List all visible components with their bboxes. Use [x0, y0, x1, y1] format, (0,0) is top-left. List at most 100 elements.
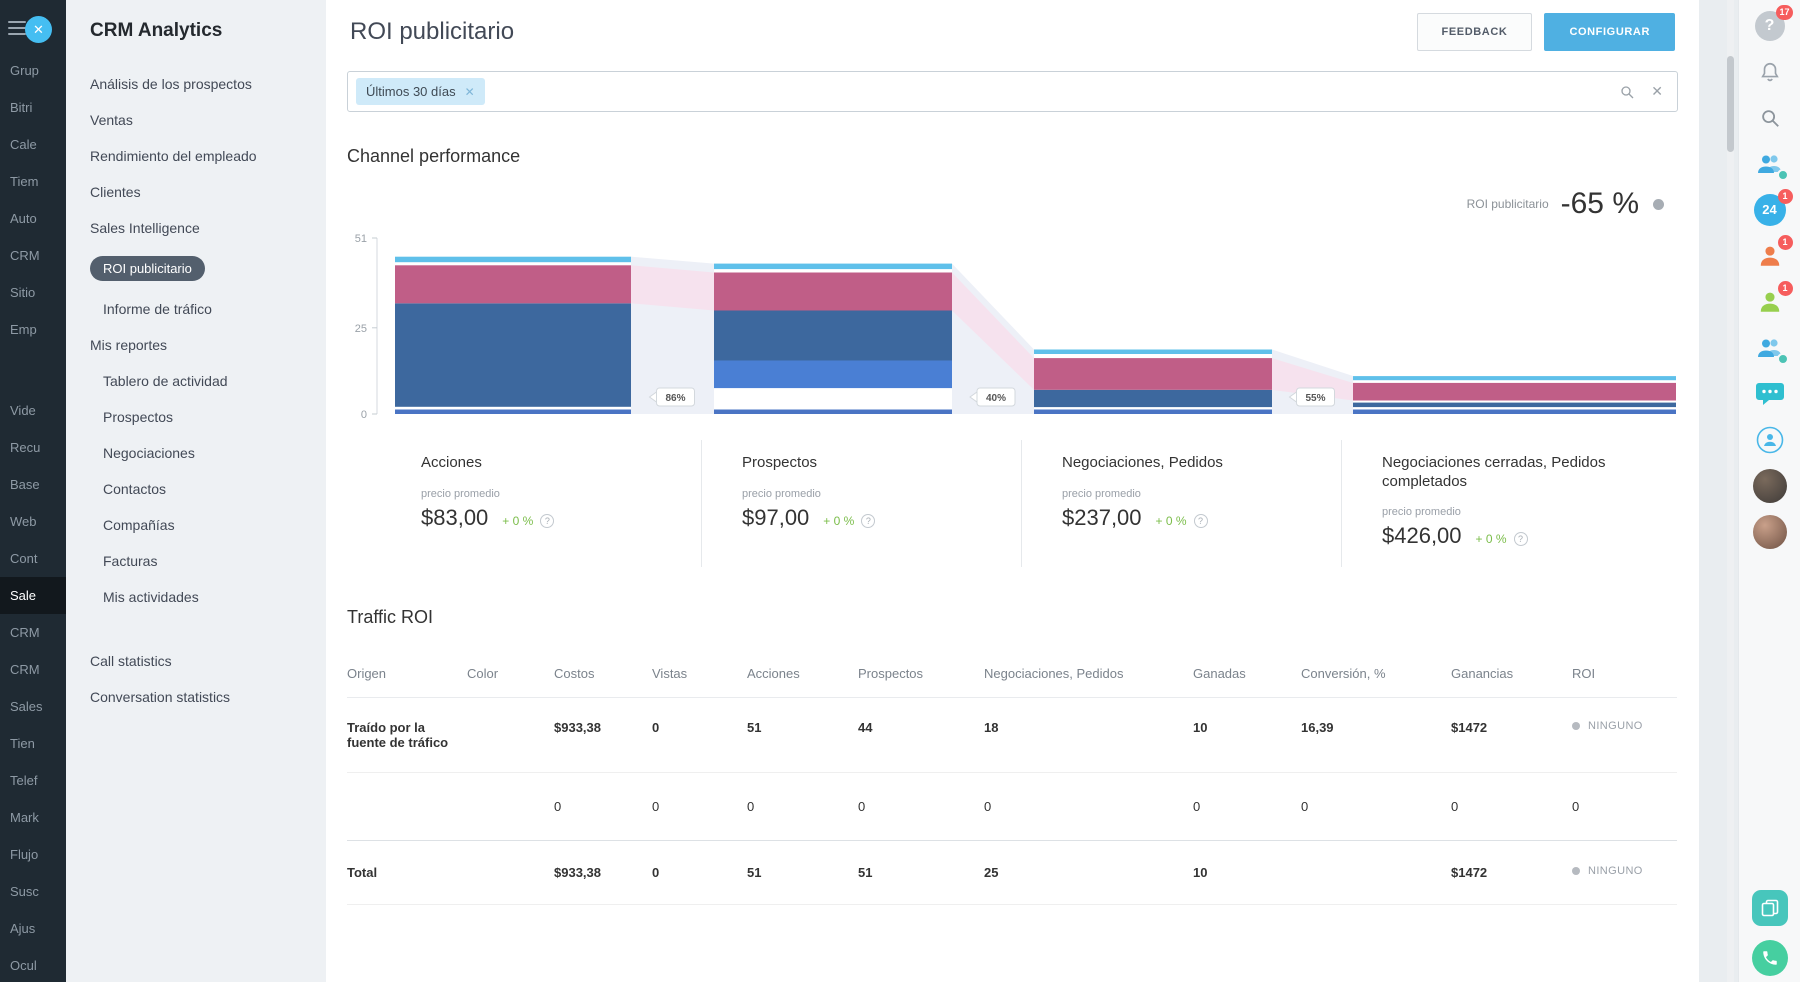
help-button[interactable]: ? 17 [1752, 8, 1788, 44]
main-panel: ROI publicitario FEEDBACK CONFIGURAR Últ… [326, 0, 1699, 982]
stage-card-prospectos: Prospectos precio promedio $97,00 + 0 % … [701, 440, 1021, 567]
main-nav-item[interactable]: CRM [0, 614, 66, 651]
cell-vistas: 0 [652, 697, 747, 772]
col-roi: ROI [1572, 650, 1677, 698]
main-nav-item[interactable]: Emp [0, 311, 66, 348]
table-row: 0 0 0 0 0 0 0 0 0 [347, 772, 1677, 840]
main-nav-item[interactable]: Tiem [0, 163, 66, 200]
main-nav-item[interactable]: Tien [0, 725, 66, 762]
sidebar-item-sales-intelligence[interactable]: Sales Intelligence [90, 210, 316, 246]
main-nav-item[interactable]: Ocul [0, 947, 66, 982]
sidebar-item-companias[interactable]: Compañías [90, 507, 316, 543]
analytics-title: CRM Analytics [90, 20, 316, 42]
main-nav-item[interactable]: Sitio [0, 274, 66, 311]
group-button[interactable] [1752, 422, 1788, 458]
cell-acciones: 51 [747, 840, 858, 904]
scrollbar-thumb[interactable] [1727, 56, 1734, 152]
sidebar-item-prospectos[interactable]: Prospectos [90, 399, 316, 435]
cell-negociaciones: 18 [984, 697, 1193, 772]
col-ganancias: Ganancias [1451, 650, 1572, 698]
cell-color [467, 772, 554, 840]
sidebar-item-call-statistics[interactable]: Call statistics [90, 643, 316, 679]
sidebar-item-analisis-prospectos[interactable]: Análisis de los prospectos [90, 66, 316, 102]
main-nav-item[interactable]: CRM [0, 651, 66, 688]
main-nav-item[interactable]: Base [0, 466, 66, 503]
main-nav-item[interactable]: Mark [0, 799, 66, 836]
main-nav-item-active[interactable]: Sale [0, 577, 66, 614]
contact-orange-button[interactable]: 1 [1752, 238, 1788, 274]
main-nav-item[interactable]: Web [0, 503, 66, 540]
main-nav-item[interactable]: Grup [0, 52, 66, 89]
filter-clear-icon[interactable]: ✕ [1651, 83, 1663, 100]
main-nav-item[interactable]: Sales [0, 688, 66, 725]
orange-badge: 1 [1778, 235, 1793, 250]
sidebar-item-clientes[interactable]: Clientes [90, 174, 316, 210]
main-nav-item[interactable]: Ajus [0, 910, 66, 947]
sidebar-item-negociaciones[interactable]: Negociaciones [90, 435, 316, 471]
sidebar-item-conversation-statistics[interactable]: Conversation statistics [90, 679, 316, 715]
traffic-roi-table: Origen Color Costos Vistas Acciones Pros… [347, 650, 1677, 905]
roi-status-dot [1572, 722, 1580, 730]
sidebar-item-roi-publicitario-active[interactable]: ROI publicitario [90, 246, 316, 291]
sidebar-item-mis-reportes[interactable]: Mis reportes [90, 327, 316, 363]
help-question-icon[interactable]: ? [540, 514, 554, 528]
col-ganadas: Ganadas [1193, 650, 1301, 698]
cell-acciones: 51 [747, 697, 858, 772]
hamburger-menu-icon[interactable] [8, 21, 26, 35]
roi-info-dot-icon[interactable] [1653, 199, 1664, 210]
cell-conversion: 0 [1301, 772, 1451, 840]
traffic-roi-heading: Traffic ROI [347, 607, 1678, 628]
main-nav-item[interactable]: Susc [0, 873, 66, 910]
help-question-icon[interactable]: ? [1514, 532, 1528, 546]
main-nav-item[interactable]: Recu [0, 429, 66, 466]
messenger-button[interactable]: 24 1 [1752, 192, 1788, 228]
search-icon[interactable] [1619, 84, 1635, 100]
main-nav-item[interactable]: Auto [0, 200, 66, 237]
configure-button[interactable]: CONFIGURAR [1544, 13, 1675, 51]
search-button[interactable] [1752, 100, 1788, 136]
sidebar-item-ventas[interactable]: Ventas [90, 102, 316, 138]
phone-button[interactable] [1752, 940, 1788, 976]
col-negociaciones: Negociaciones, Pedidos [984, 650, 1193, 698]
sidebar-item-rendimiento-empleado[interactable]: Rendimiento del empleado [90, 138, 316, 174]
help-question-icon[interactable]: ? [861, 514, 875, 528]
main-nav-item[interactable]: Flujo [0, 836, 66, 873]
feedback-button[interactable]: FEEDBACK [1417, 13, 1533, 51]
main-nav-item[interactable]: CRM [0, 237, 66, 274]
sidebar-item-informe-trafico[interactable]: Informe de tráfico [90, 291, 316, 327]
main-nav-item[interactable]: Cale [0, 126, 66, 163]
main-nav-item[interactable]: Bitri [0, 89, 66, 126]
main-nav-item[interactable]: Cont [0, 540, 66, 577]
cell-negociaciones: 0 [984, 772, 1193, 840]
copy-report-button[interactable] [1752, 890, 1788, 926]
cell-conversion: 16,39 [1301, 697, 1451, 772]
group-icon [1755, 425, 1785, 455]
user-profile-button[interactable] [1752, 514, 1788, 550]
notifications-button[interactable] [1752, 54, 1788, 90]
col-color: Color [467, 650, 554, 698]
user-profile-button[interactable] [1752, 468, 1788, 504]
filter-tag-remove-icon[interactable]: ✕ [465, 85, 475, 99]
table-row: Traído por la fuente de tráfico $933,38 … [347, 697, 1677, 772]
cell-ganadas: 0 [1193, 772, 1301, 840]
sidebar-item-mis-actividades[interactable]: Mis actividades [90, 579, 316, 615]
filter-tag[interactable]: Últimos 30 días ✕ [356, 78, 485, 105]
cell-ganancias: $1472 [1451, 840, 1572, 904]
chat-button[interactable] [1752, 376, 1788, 412]
cell-origen: Total [347, 840, 467, 904]
sidebar-item-facturas[interactable]: Facturas [90, 543, 316, 579]
sidebar-item-tablero-actividad[interactable]: Tablero de actividad [90, 363, 316, 399]
scrollbar-track[interactable] [1727, 0, 1734, 982]
colleagues-button[interactable] [1752, 330, 1788, 366]
main-nav-item[interactable]: Vide [0, 392, 66, 429]
col-acciones: Acciones [747, 650, 858, 698]
sidebar-item-contactos[interactable]: Contactos [90, 471, 316, 507]
sidebar-collapse-button[interactable]: ✕ [25, 16, 52, 43]
contact-green-button[interactable]: 1 [1752, 284, 1788, 320]
search-icon [1759, 107, 1781, 129]
employees-button[interactable] [1752, 146, 1788, 182]
help-question-icon[interactable]: ? [1194, 514, 1208, 528]
main-nav-item[interactable]: Telef [0, 762, 66, 799]
col-vistas: Vistas [652, 650, 747, 698]
filter-search-bar[interactable]: Últimos 30 días ✕ ✕ [347, 71, 1678, 112]
